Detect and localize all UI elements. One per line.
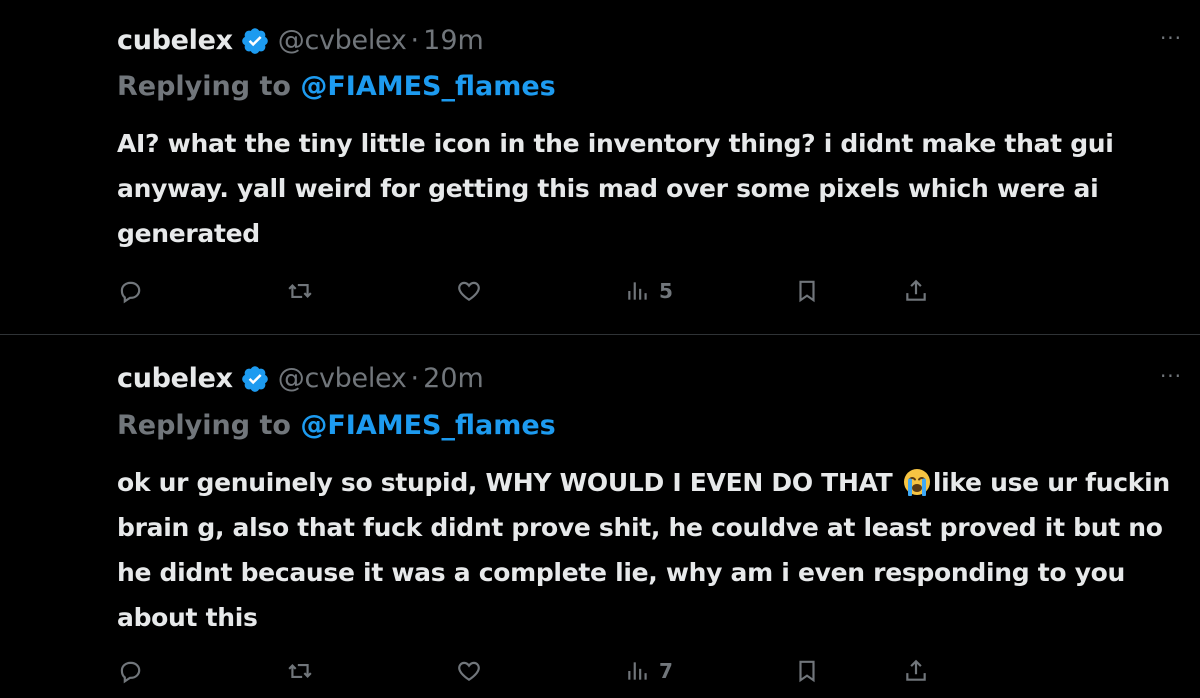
views-button[interactable]: 7	[625, 656, 673, 686]
retweet-button[interactable]	[287, 656, 313, 686]
user-handle[interactable]: @cvbelex	[278, 362, 407, 396]
replying-to-mention[interactable]: @FIAMES_flames	[300, 410, 555, 441]
bookmark-button[interactable]	[794, 656, 820, 686]
tweet-header: cubelex @cvbelex · 20m	[117, 362, 484, 396]
share-icon	[906, 659, 926, 681]
views-count: 7	[659, 659, 673, 683]
tweet-text: ok ur genuinely so stupid, WHY WOULD I E…	[117, 460, 1187, 640]
tweet[interactable]: cubelex @cvbelex · 20m ··· Replying to @…	[0, 0, 1200, 698]
reply-icon	[120, 661, 141, 684]
retweet-icon	[288, 663, 312, 679]
tweet-actions: 7	[117, 656, 947, 686]
replying-to-label: Replying to	[117, 410, 301, 441]
replying-to: Replying to @FIAMES_flames	[117, 409, 556, 443]
bookmark-icon	[799, 660, 815, 683]
reply-button[interactable]	[117, 656, 143, 686]
share-button[interactable]	[903, 656, 929, 686]
tweet-text-part: ok ur genuinely so stupid, WHY WOULD I E…	[117, 468, 901, 497]
separator-dot: ·	[410, 363, 420, 394]
heart-icon	[458, 661, 480, 681]
timestamp[interactable]: 20m	[423, 362, 484, 396]
verified-badge-icon	[240, 364, 270, 394]
display-name[interactable]: cubelex	[117, 362, 233, 396]
more-options-button[interactable]: ···	[1156, 366, 1186, 386]
loudly-crying-face-emoji	[903, 465, 931, 497]
views-chart-icon	[628, 662, 647, 680]
like-button[interactable]	[456, 656, 482, 686]
